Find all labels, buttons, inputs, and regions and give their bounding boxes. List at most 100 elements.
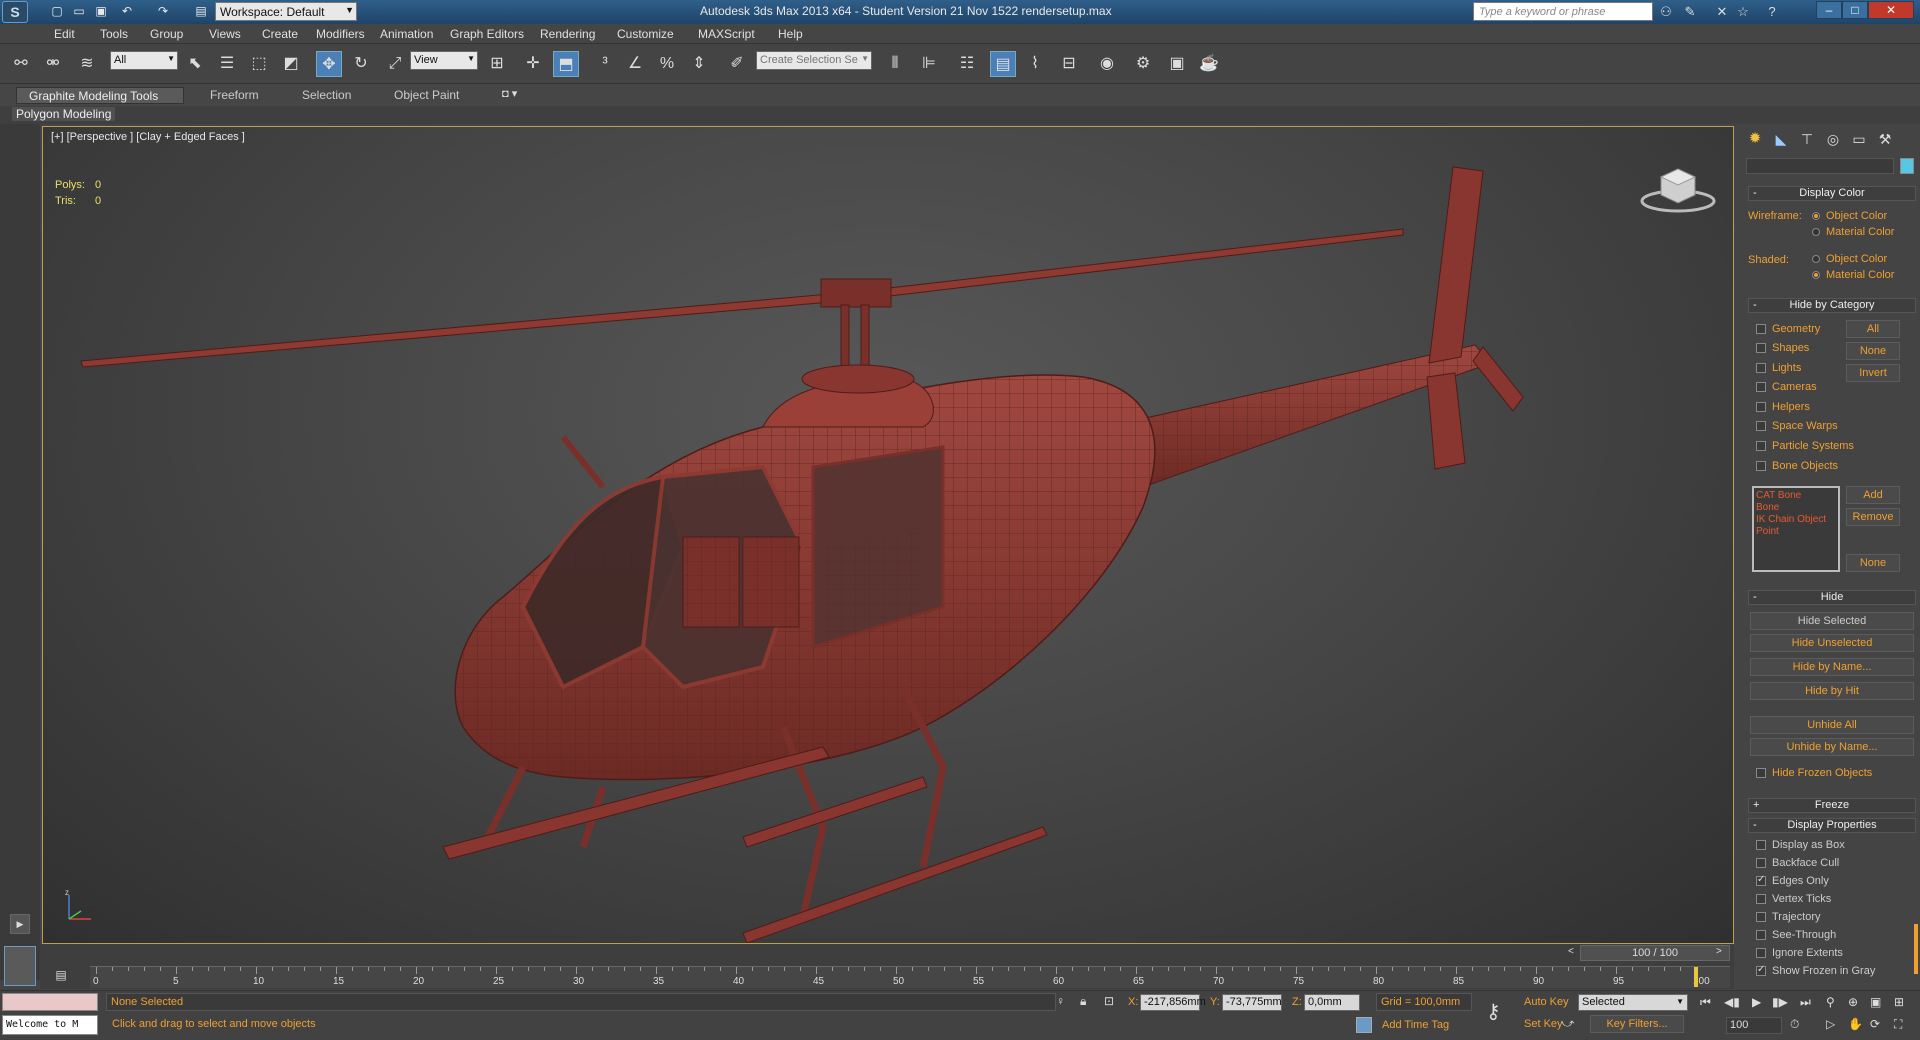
menu-group[interactable]: Group: [150, 27, 183, 41]
menu-graph-editors[interactable]: Graph Editors: [450, 27, 524, 41]
menu-views[interactable]: Views: [209, 27, 241, 41]
shaded-material-color-label[interactable]: Material Color: [1826, 269, 1894, 281]
spinner-snap-icon[interactable]: ⇕: [686, 51, 712, 77]
wireframe-material-color-label[interactable]: Material Color: [1826, 226, 1894, 238]
rendered-frame-window-icon[interactable]: ▣: [1164, 51, 1190, 77]
window-crossing-icon[interactable]: ◩: [278, 51, 304, 77]
list-item[interactable]: Point: [1756, 526, 1836, 538]
auto-key-button[interactable]: Auto Key: [1524, 996, 1569, 1008]
object-color-swatch[interactable]: [1900, 158, 1914, 174]
reference-coordinate-dropdown[interactable]: View ▼: [410, 51, 478, 70]
wireframe-object-color-radio[interactable]: [1812, 212, 1820, 220]
shaded-object-color-label[interactable]: Object Color: [1826, 253, 1887, 265]
project-folder-icon[interactable]: ▤: [192, 3, 210, 20]
polygon-modeling-panel[interactable]: Polygon Modeling: [12, 107, 116, 121]
minimize-button[interactable]: –: [1816, 1, 1842, 19]
pivot-center-icon[interactable]: ⊞: [484, 51, 510, 77]
set-key-button[interactable]: Set Key: [1524, 1018, 1563, 1030]
keyword-search-input[interactable]: Type a keyword or phrase: [1473, 2, 1653, 21]
z-coordinate-input[interactable]: 0,0mm: [1304, 994, 1360, 1011]
undo-icon[interactable]: ↶: [118, 3, 136, 20]
trajectory-checkbox[interactable]: [1756, 912, 1766, 922]
zoom-all-icon[interactable]: ⊕: [1848, 995, 1858, 1009]
prev-frame-arrow-icon[interactable]: <: [1568, 946, 1574, 957]
see-through-checkbox[interactable]: [1756, 930, 1766, 940]
backface-cull-checkbox[interactable]: [1756, 858, 1766, 868]
render-setup-icon[interactable]: ⚙: [1130, 51, 1156, 77]
schematic-view-icon[interactable]: ⊟: [1056, 51, 1082, 77]
vertex-ticks-checkbox[interactable]: [1756, 894, 1766, 904]
menu-maxscript[interactable]: MAXScript: [698, 27, 755, 41]
communication-icon[interactable]: ✎: [1680, 3, 1700, 21]
add-category-button[interactable]: Add: [1846, 486, 1900, 504]
current-frame-input[interactable]: 100: [1726, 1017, 1782, 1034]
next-frame-icon[interactable]: ▮▶: [1772, 995, 1788, 1009]
y-coordinate-input[interactable]: -73,775mm: [1222, 994, 1282, 1011]
time-slider[interactable]: 100 / 100: [1580, 945, 1730, 961]
display-tab-icon[interactable]: ▭: [1848, 128, 1870, 150]
motion-tab-icon[interactable]: ◎: [1822, 128, 1844, 150]
unlink-icon[interactable]: ⚮: [40, 51, 66, 77]
bone-objects-checkbox[interactable]: [1756, 461, 1766, 471]
edges-only-checkbox[interactable]: [1756, 874, 1766, 886]
cameras-checkbox[interactable]: [1756, 382, 1766, 392]
hide-unselected-button[interactable]: Hide Unselected: [1750, 634, 1914, 652]
key-selection-dropdown[interactable]: Selected ▼: [1578, 994, 1688, 1011]
select-manipulate-icon[interactable]: ✛: [520, 51, 546, 77]
object-name-field[interactable]: [1746, 158, 1894, 174]
space-warps-checkbox[interactable]: [1756, 421, 1766, 431]
geometry-checkbox[interactable]: [1756, 324, 1766, 334]
go-to-start-icon[interactable]: ⏮: [1700, 995, 1711, 1010]
track-bar[interactable]: 0 5 10 15 20 25 30 35 40 45 50 55 60 65 70 75 80 85 90 95 10…: [90, 966, 1730, 988]
viewport-layout-tab-icon[interactable]: ▶: [10, 914, 30, 934]
material-editor-icon[interactable]: ◉: [1094, 51, 1120, 77]
display-properties-rollout-header[interactable]: - Display Properties: [1748, 818, 1916, 833]
go-to-end-icon[interactable]: ⏭: [1800, 995, 1811, 1010]
unhide-by-name-button[interactable]: Unhide by Name...: [1750, 738, 1914, 756]
hide-by-hit-button[interactable]: Hide by Hit: [1750, 682, 1914, 700]
current-frame-marker[interactable]: [1694, 967, 1698, 987]
graphite-ribbon-toggle-icon[interactable]: ▤: [990, 51, 1016, 77]
layer-manager-icon[interactable]: ☷: [954, 51, 980, 77]
viewport-thumbnail[interactable]: [4, 946, 36, 986]
maxscript-listener-input[interactable]: [2, 993, 98, 1011]
angle-snap-icon[interactable]: ∠: [622, 51, 648, 77]
select-by-name-icon[interactable]: ☰: [214, 51, 240, 77]
menu-rendering[interactable]: Rendering: [540, 27, 595, 41]
all-button[interactable]: All: [1846, 320, 1900, 338]
time-configuration-icon[interactable]: ⏱: [1790, 1017, 1799, 1032]
wireframe-object-color-label[interactable]: Object Color: [1826, 210, 1887, 222]
select-object-icon[interactable]: ⬉: [182, 51, 208, 77]
menu-tools[interactable]: Tools: [100, 27, 128, 41]
hide-selected-button[interactable]: Hide Selected: [1750, 612, 1914, 630]
display-as-box-checkbox[interactable]: [1756, 840, 1766, 850]
helicopter-model[interactable]: [43, 127, 1734, 944]
close-button[interactable]: ✕: [1868, 1, 1914, 19]
absolute-mode-icon[interactable]: ⊡: [1104, 994, 1114, 1008]
pan-view-icon[interactable]: ✋: [1848, 1017, 1863, 1031]
hide-rollout-header[interactable]: - Hide: [1748, 590, 1916, 605]
maxscript-welcome[interactable]: Welcome to M: [2, 1015, 98, 1035]
tab-object-paint[interactable]: Object Paint: [382, 87, 471, 104]
previous-frame-icon[interactable]: ◀▮: [1724, 995, 1740, 1009]
app-logo[interactable]: S: [2, 1, 28, 23]
select-and-move-icon[interactable]: ✥: [316, 51, 342, 77]
display-color-rollout-header[interactable]: - Display Color: [1748, 186, 1916, 201]
select-and-rotate-icon[interactable]: ↻: [348, 51, 374, 77]
tab-graphite-modeling-tools[interactable]: Graphite Modeling Tools: [16, 87, 184, 104]
show-frozen-in-gray-checkbox[interactable]: [1756, 964, 1766, 976]
help-icon[interactable]: ?: [1762, 3, 1782, 21]
particle-systems-checkbox[interactable]: [1756, 441, 1766, 451]
hide-frozen-objects-checkbox[interactable]: [1756, 768, 1766, 778]
list-item[interactable]: CAT Bone: [1756, 490, 1836, 502]
workspace-dropdown[interactable]: Workspace: Default ▼: [215, 2, 357, 21]
add-time-tag[interactable]: Add Time Tag: [1382, 1019, 1449, 1031]
zoom-extents-icon[interactable]: ▣: [1870, 995, 1881, 1009]
rectangle-selection-icon[interactable]: ⬚: [246, 51, 272, 77]
mirror-icon[interactable]: ⫴: [882, 51, 908, 77]
unhide-all-button[interactable]: Unhide All: [1750, 716, 1914, 734]
tab-selection[interactable]: Selection: [290, 87, 363, 104]
lock-selection-icon[interactable]: 🔒︎: [1080, 994, 1086, 1009]
edit-named-selection-icon[interactable]: ✐: [724, 51, 750, 77]
category-listbox[interactable]: CAT Bone Bone IK Chain Object Point: [1752, 486, 1840, 572]
